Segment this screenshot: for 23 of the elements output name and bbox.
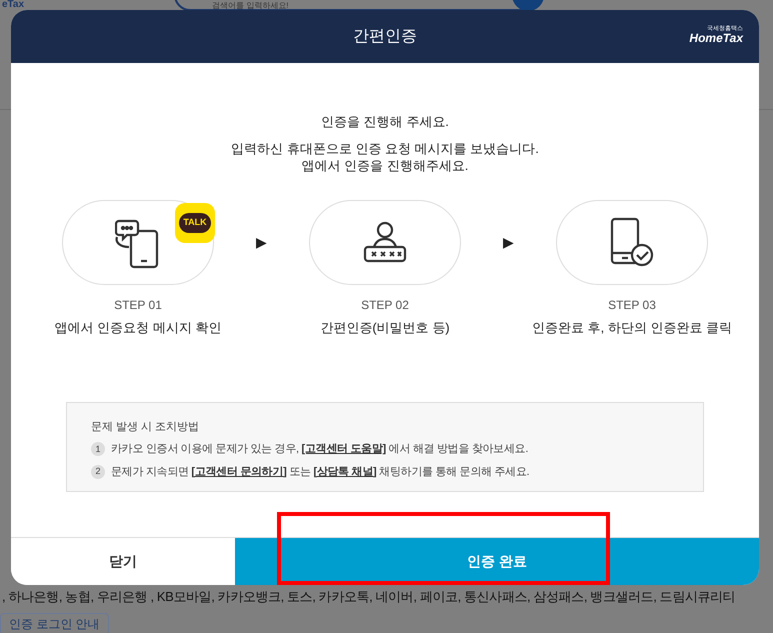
intro-text: 입력하신 휴대폰으로 인증 요청 메시지를 보냈습니다. xyxy=(231,140,539,157)
next-arrow: ▶ xyxy=(503,233,514,252)
help-text: 문제가 지속되면 [고객센터 문의하기] 또는 [상담톡 채널] 채팅하기를 통해 문의해 주세요. xyxy=(111,464,530,480)
help-text: 카카오 인증서 이용에 문제가 있는 경우, [고객센터 도움말] 에서 해결 방법을 찾아보세요. xyxy=(111,442,528,457)
step-caption: 앱에서 인증요청 메시지 확인 xyxy=(54,319,222,337)
help-title: 문제 발생 시 조치방법 xyxy=(91,420,200,434)
talk-badge: TALK xyxy=(175,203,215,243)
help-link[interactable]: [고객센터 도움말] xyxy=(302,443,386,455)
next-arrow: ▶ xyxy=(256,233,267,252)
step-number: STEP 02 xyxy=(361,297,409,314)
step-number: STEP 01 xyxy=(114,297,162,314)
provider-list: , 하나은행, 농협, 우리은행 , KB모바일, 카카오뱅크, 토스, 카카오톡, 네이버, 페이코, 통신사패스, 삼성패스, 뱅크샐러드, 드림시큐리티 xyxy=(2,587,736,606)
step-caption: 간편인증(비밀번호 등) xyxy=(320,319,450,337)
step-caption: 인증완료 후, 하단의 인증완료 클릭 xyxy=(532,319,732,337)
intro-text: 인증을 진행해 주세요. xyxy=(321,113,449,130)
help-link[interactable]: [고객센터 문의하기] xyxy=(191,466,287,478)
help-link[interactable]: [상담톡 채널] xyxy=(313,466,376,478)
number-badge: 2 xyxy=(91,464,105,479)
dialog-title: 간편인증 xyxy=(353,26,417,46)
intro-text: 앱에서 인증을 진행해주세요. xyxy=(302,157,468,174)
step-number: STEP 03 xyxy=(608,297,656,314)
number-badge: 1 xyxy=(91,442,105,456)
phone-check-icon xyxy=(610,216,654,268)
